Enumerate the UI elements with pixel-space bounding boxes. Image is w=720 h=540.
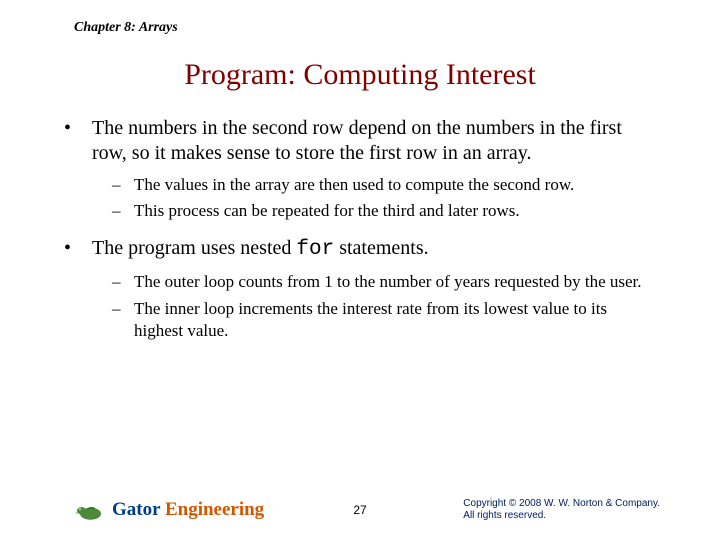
code-keyword: for bbox=[296, 238, 334, 261]
gator-logo: Gator Engineering bbox=[74, 498, 264, 522]
sub-text: The outer loop counts from 1 to the numb… bbox=[134, 271, 660, 293]
bullet-item: • The numbers in the second row depend o… bbox=[60, 116, 660, 166]
sub-bullet: – The inner loop increments the interest… bbox=[112, 298, 660, 342]
gator-icon bbox=[74, 498, 104, 522]
dash-marker: – bbox=[112, 174, 134, 196]
page-number: 27 bbox=[353, 503, 366, 517]
chapter-header: Chapter 8: Arrays bbox=[0, 0, 720, 36]
bullet-text-post: statements. bbox=[334, 237, 428, 259]
slide-body: • The numbers in the second row depend o… bbox=[0, 92, 720, 342]
logo-word-gator: Gator bbox=[112, 499, 165, 520]
bullet-marker: • bbox=[60, 236, 92, 263]
sub-bullet: – The values in the array are then used … bbox=[112, 174, 660, 196]
sub-list: – The values in the array are then used … bbox=[112, 174, 660, 222]
bullet-item: • The program uses nested for statements… bbox=[60, 236, 660, 263]
copyright-line: All rights reserved. bbox=[463, 510, 660, 522]
dash-marker: – bbox=[112, 298, 134, 342]
sub-bullet: – The outer loop counts from 1 to the nu… bbox=[112, 271, 660, 293]
bullet-text: The numbers in the second row depend on … bbox=[92, 116, 660, 166]
sub-text: The values in the array are then used to… bbox=[134, 174, 660, 196]
slide-title: Program: Computing Interest bbox=[0, 58, 720, 92]
dash-marker: – bbox=[112, 200, 134, 222]
sub-text: The inner loop increments the interest r… bbox=[134, 298, 660, 342]
dash-marker: – bbox=[112, 271, 134, 293]
gator-text: Gator Engineering bbox=[112, 499, 264, 521]
sub-list: – The outer loop counts from 1 to the nu… bbox=[112, 271, 660, 341]
sub-bullet: – This process can be repeated for the t… bbox=[112, 200, 660, 222]
copyright-notice: Copyright © 2008 W. W. Norton & Company.… bbox=[463, 498, 660, 522]
bullet-marker: • bbox=[60, 116, 92, 166]
copyright-line: Copyright © 2008 W. W. Norton & Company. bbox=[463, 498, 660, 510]
slide-footer: Gator Engineering 27 Copyright © 2008 W.… bbox=[0, 498, 720, 522]
bullet-text: The program uses nested for statements. bbox=[92, 236, 660, 263]
sub-text: This process can be repeated for the thi… bbox=[134, 200, 660, 222]
bullet-text-pre: The program uses nested bbox=[92, 237, 296, 259]
logo-word-engineering: Engineering bbox=[165, 499, 264, 520]
